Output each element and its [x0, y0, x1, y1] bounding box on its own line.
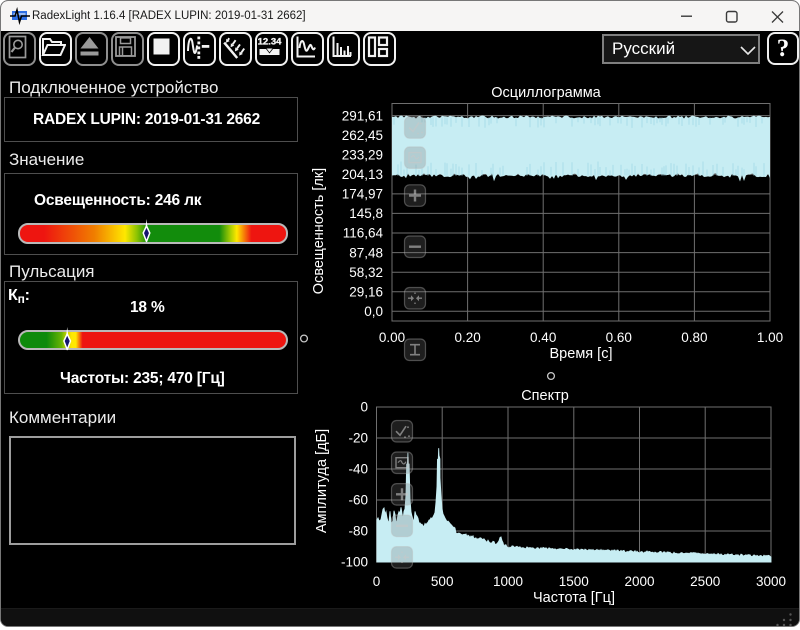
svg-text:262,45: 262,45 — [342, 128, 383, 143]
svg-text:58,32: 58,32 — [349, 265, 383, 280]
svg-text:Частота [Гц]: Частота [Гц] — [533, 590, 615, 606]
svg-text:174,97: 174,97 — [342, 187, 383, 202]
svg-text:0.80: 0.80 — [681, 330, 707, 345]
svg-text:-100: -100 — [341, 555, 368, 570]
svg-text:Время [с]: Время [с] — [550, 346, 613, 362]
svg-text:291,61: 291,61 — [342, 108, 383, 123]
svg-text:2500: 2500 — [690, 574, 720, 589]
svg-text:145,8: 145,8 — [349, 206, 383, 221]
svg-text:1.00: 1.00 — [757, 330, 783, 345]
svg-text:1500: 1500 — [559, 574, 589, 589]
svg-text:Амплитуда [дБ]: Амплитуда [дБ] — [314, 429, 330, 533]
svg-text:3000: 3000 — [756, 574, 786, 589]
svg-text:0.00: 0.00 — [379, 330, 405, 345]
svg-text:0.60: 0.60 — [606, 330, 632, 345]
svg-text:0: 0 — [360, 400, 368, 415]
svg-text:116,64: 116,64 — [343, 226, 384, 241]
svg-text:-60: -60 — [348, 493, 368, 508]
svg-text:204,13: 204,13 — [342, 167, 383, 182]
svg-text:0.20: 0.20 — [454, 330, 480, 345]
svg-text:500: 500 — [431, 574, 454, 589]
svg-text:Освещенность [лк]: Освещенность [лк] — [311, 168, 327, 294]
svg-text:29,16: 29,16 — [349, 284, 383, 299]
svg-text:Спектр: Спектр — [521, 388, 569, 404]
svg-text:-40: -40 — [348, 462, 368, 477]
svg-text:-80: -80 — [348, 524, 368, 539]
svg-text:0.40: 0.40 — [530, 330, 556, 345]
svg-text:0: 0 — [373, 574, 381, 589]
svg-text:1000: 1000 — [493, 574, 523, 589]
svg-text:2000: 2000 — [624, 574, 654, 589]
svg-text:0,0: 0,0 — [364, 304, 383, 319]
svg-text:87,48: 87,48 — [349, 245, 383, 260]
svg-text:233,29: 233,29 — [342, 147, 383, 162]
svg-text:-20: -20 — [348, 431, 368, 446]
svg-text:Осциллограмма: Осциллограмма — [491, 85, 601, 101]
